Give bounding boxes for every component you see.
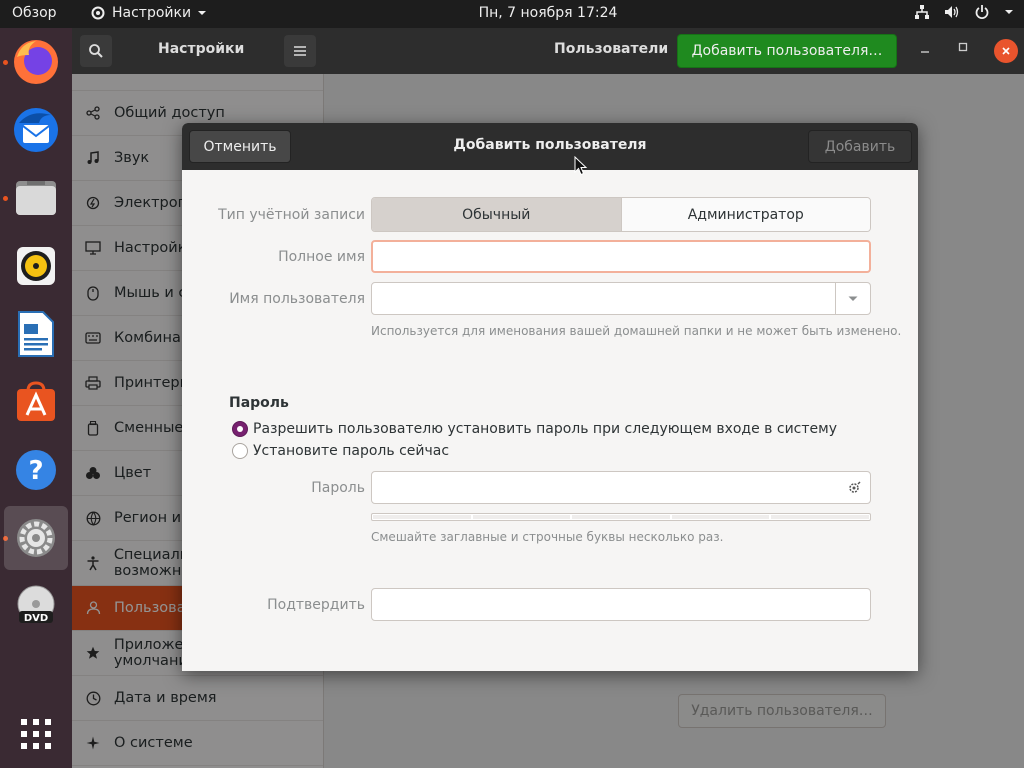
generate-password-icon (849, 481, 861, 493)
radio-set-now[interactable]: Установите пароль сейчас (232, 443, 449, 459)
settings-title: Настройки (158, 41, 245, 57)
chevron-down-icon (848, 296, 858, 301)
libreoffice-writer-icon[interactable] (4, 302, 68, 366)
minimize-button[interactable] (920, 42, 930, 58)
maximize-button[interactable] (958, 40, 968, 56)
radio-allow-label: Разрешить пользователю установить пароль… (253, 421, 837, 437)
account-type-administrator[interactable]: Администратор (620, 198, 870, 231)
header-bar: Настройки Пользователи Добавить пользова… (72, 28, 1024, 74)
password-field (371, 471, 871, 504)
help-icon[interactable]: ? (4, 438, 68, 502)
full-name-input[interactable] (373, 242, 869, 271)
add-button[interactable]: Добавить (808, 130, 912, 163)
top-bar: Обзор Настройки Пн, 7 ноября 17:24 (0, 0, 1024, 28)
hamburger-icon (294, 46, 306, 56)
generate-password-button[interactable] (846, 480, 862, 500)
svg-text:?: ? (28, 456, 43, 486)
show-apps-icon[interactable] (4, 702, 68, 766)
search-button[interactable] (80, 35, 112, 67)
settings-icon[interactable] (4, 506, 68, 570)
menu-button[interactable] (284, 35, 316, 67)
username-label: Имя пользователя (229, 291, 365, 307)
close-button[interactable] (994, 39, 1018, 63)
account-type-label: Тип учётной записи (218, 207, 365, 223)
rhythmbox-icon[interactable] (4, 234, 68, 298)
svg-text:DVD: DVD (24, 613, 48, 624)
search-icon (89, 44, 103, 58)
network-icon (915, 5, 929, 19)
confirm-password-field (371, 588, 871, 621)
dock: ? DVD (0, 28, 72, 768)
username-hint: Используется для именования вашей домашн… (371, 324, 902, 338)
username-dropdown-button[interactable] (835, 283, 870, 314)
confirm-label: Подтвердить (267, 597, 365, 613)
account-type-switch: Обычный Администратор (371, 197, 871, 232)
power-icon (975, 5, 989, 19)
username-combo (371, 282, 871, 315)
password-strength-bar (371, 513, 871, 521)
chevron-down-icon (1005, 10, 1013, 14)
software-icon[interactable] (4, 370, 68, 434)
radio-allow-set-later[interactable]: Разрешить пользователю установить пароль… (232, 421, 837, 437)
password-hint: Смешайте заглавные и строчные буквы неск… (371, 530, 724, 544)
account-type-standard[interactable]: Обычный (372, 198, 621, 231)
mouse-pointer-icon (574, 156, 588, 176)
volume-icon (945, 6, 959, 18)
full-name-field (371, 240, 871, 273)
system-tray[interactable] (914, 4, 1014, 20)
thunderbird-icon[interactable] (4, 98, 68, 162)
firefox-icon[interactable] (4, 30, 68, 94)
full-name-label: Полное имя (278, 249, 365, 265)
password-label: Пароль (311, 480, 365, 496)
files-icon[interactable] (4, 166, 68, 230)
dvd-icon[interactable]: DVD (4, 574, 68, 638)
radio-button[interactable] (232, 443, 248, 459)
username-input[interactable] (372, 283, 832, 314)
password-input[interactable] (372, 472, 832, 503)
radio-button-checked[interactable] (232, 421, 248, 437)
dialog-header: Отменить Добавить пользователя Добавить (182, 123, 918, 170)
add-user-button[interactable]: Добавить пользователя… (677, 34, 897, 68)
add-user-dialog: Отменить Добавить пользователя Добавить … (182, 123, 918, 671)
confirm-password-input[interactable] (372, 589, 870, 620)
close-icon (1002, 47, 1010, 55)
radio-set-now-label: Установите пароль сейчас (253, 443, 450, 459)
minimize-icon (921, 51, 929, 53)
password-section-title: Пароль (229, 395, 289, 411)
panel-title: Пользователи (554, 41, 669, 57)
clock[interactable]: Пн, 7 ноября 17:24 (0, 5, 1024, 21)
maximize-icon (958, 42, 968, 52)
